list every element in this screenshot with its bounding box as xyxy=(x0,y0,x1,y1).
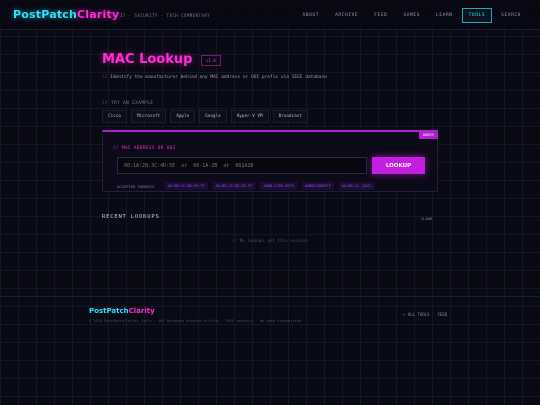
lookup-button[interactable]: LOOKUP xyxy=(372,157,425,174)
logo-part-2: Clarity xyxy=(77,8,120,21)
subtitle-text: Identify the manufacturer behind any MAC… xyxy=(110,75,327,80)
nav-archive[interactable]: ARCHIVE xyxy=(328,8,365,23)
nav-about[interactable]: ABOUT xyxy=(296,8,327,23)
version-badge: v1.0 xyxy=(201,55,221,66)
example-cisco[interactable]: Cisco xyxy=(102,110,127,123)
lookup-card: QUERY // MAC ADDRESS OR OUI LOOKUP ACCEP… xyxy=(102,130,438,192)
formats-label: ACCEPTED FORMATS: xyxy=(117,183,156,189)
format-chip: AA:BB:CC (OUI) xyxy=(338,182,376,190)
footer-links: ← ALL TOOLS FEED xyxy=(403,312,447,317)
footer-logo-part-2: Clarity xyxy=(128,307,155,315)
accepted-formats: ACCEPTED FORMATS: AA:BB:CC:DD:EE:FF AA-B… xyxy=(117,182,376,190)
mac-field-label: // MAC ADDRESS OR OUI xyxy=(113,146,176,151)
recent-lookups-title: RECENT LOOKUPS xyxy=(102,214,160,220)
example-apple[interactable]: Apple xyxy=(170,110,196,123)
format-chip: AA-BB-CC-DD-EE-FF xyxy=(212,182,256,190)
main-nav: ABOUT ARCHIVE FEED GAMES LEARN TOOLS SEA… xyxy=(296,8,528,23)
example-broadcast[interactable]: Broadcast xyxy=(272,110,308,123)
footer-feed-link[interactable]: FEED xyxy=(438,312,448,317)
subtitle-prefix: // xyxy=(102,75,108,80)
nav-learn[interactable]: LEARN xyxy=(429,8,460,23)
logo-part-1: PostPatch xyxy=(13,8,78,21)
nav-search[interactable]: SEARCH xyxy=(494,8,528,23)
mac-input[interactable] xyxy=(117,157,367,174)
site-logo[interactable]: PostPatchClarity xyxy=(13,8,119,21)
format-chip: AABBCCDDEEFF xyxy=(301,182,334,190)
footer-logo-part-1: PostPatch xyxy=(89,307,129,315)
footer-all-tools-link[interactable]: ← ALL TOOLS xyxy=(403,312,430,317)
footer-divider xyxy=(0,296,540,297)
page-title: MAC Lookup xyxy=(102,52,193,67)
examples-label: // TRY AN EXAMPLE xyxy=(102,100,154,105)
example-list: Cisco Microsoft Apple Google Hyper-V VM … xyxy=(102,110,308,123)
format-chip: AABB.CCDD.EEFF xyxy=(260,182,297,190)
clear-button[interactable]: CLEAR xyxy=(421,216,432,221)
example-google[interactable]: Google xyxy=(199,110,227,123)
footer-copyright: © 2025 PostPatchClarity Tools · OUI data… xyxy=(89,319,302,323)
format-chip: AA:BB:CC:DD:EE:FF xyxy=(164,182,208,190)
nav-feed[interactable]: FEED xyxy=(367,8,394,23)
nav-games[interactable]: GAMES xyxy=(397,8,428,23)
example-hyperv[interactable]: Hyper-V VM xyxy=(230,110,269,123)
page-subtitle: // Identify the manufacturer behind any … xyxy=(102,75,327,80)
footer-logo[interactable]: PostPatchClarity xyxy=(89,307,155,315)
site-tagline: IT · SECURITY · TECH COMMENTARY xyxy=(120,13,211,18)
example-microsoft[interactable]: Microsoft xyxy=(130,110,167,123)
query-tag: QUERY xyxy=(418,130,438,139)
recent-empty-state: // No lookups yet this session xyxy=(232,238,308,243)
top-bar: PostPatchClarity IT · SECURITY · TECH CO… xyxy=(0,0,540,30)
nav-tools[interactable]: TOOLS xyxy=(461,8,493,23)
